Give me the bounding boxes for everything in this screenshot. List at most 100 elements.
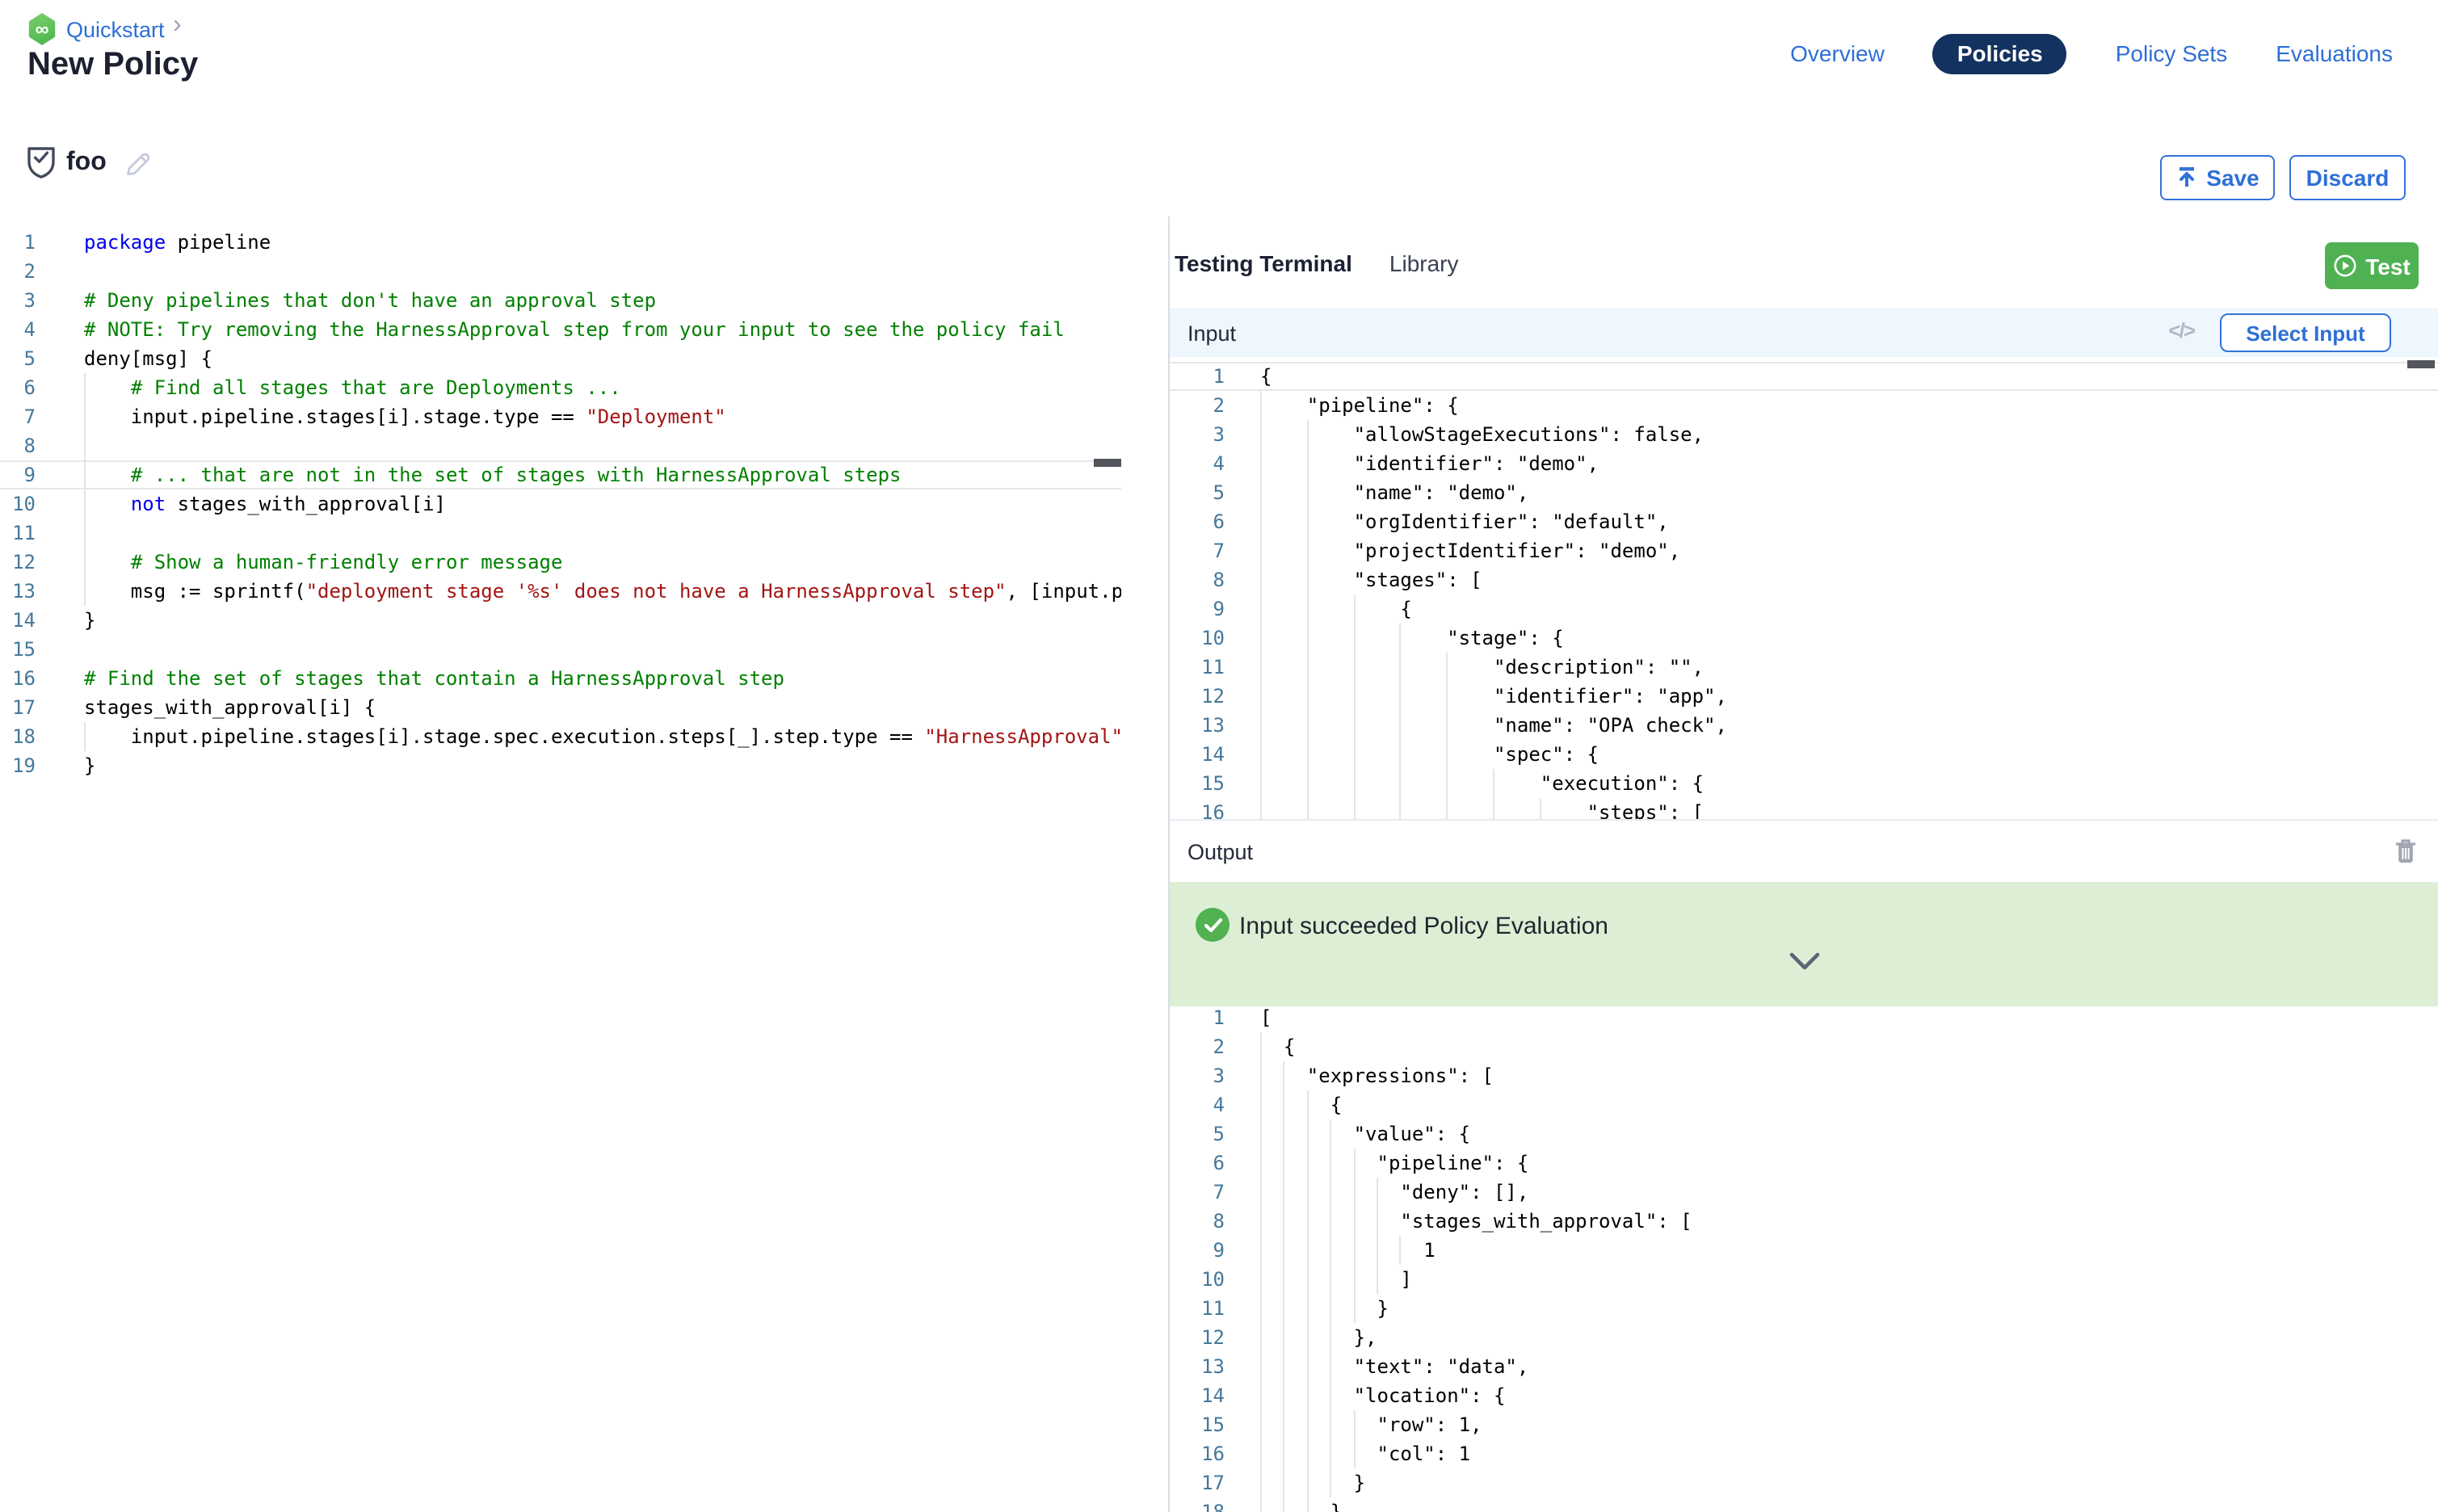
code-line[interactable]: 13 "name": "OPA check", — [1170, 711, 2438, 740]
line-number: 11 — [1170, 653, 1231, 682]
code-line[interactable]: 3 "expressions": [ — [1170, 1061, 2438, 1090]
code-line[interactable]: 9 1 — [1170, 1236, 2438, 1265]
code-line[interactable]: 9 { — [1170, 594, 2438, 624]
breadcrumb-project-link[interactable]: Quickstart — [66, 18, 165, 42]
code-line-text: } — [1260, 1497, 1342, 1512]
code-line-text: }, — [1260, 1323, 1377, 1352]
code-line[interactable]: 1package pipeline — [0, 228, 1121, 257]
code-line-text: ] — [1260, 1265, 1412, 1294]
clear-output-trash-icon[interactable] — [2394, 838, 2417, 864]
code-line[interactable]: 18 } — [1170, 1497, 2438, 1512]
code-line[interactable]: 16 "steps": [ — [1170, 798, 2438, 819]
code-line[interactable]: 10 "stage": { — [1170, 624, 2438, 653]
line-number: 2 — [0, 257, 42, 286]
code-line[interactable]: 13 msg := sprintf("deployment stage '%s'… — [0, 577, 1121, 606]
code-line-text: # Find all stages that are Deployments .… — [84, 373, 621, 402]
policy-name: foo — [66, 149, 107, 178]
code-line-text: package pipeline — [84, 228, 271, 257]
select-input-label: Select Input — [2246, 321, 2364, 345]
code-line-text: "pipeline": { — [1260, 391, 1459, 420]
code-line[interactable]: 8 — [0, 431, 1121, 460]
code-line-text: } — [84, 751, 95, 780]
code-line[interactable]: 15 — [0, 635, 1121, 664]
code-line-text: "stage": { — [1260, 624, 1564, 653]
code-line[interactable]: 16 "col": 1 — [1170, 1439, 2438, 1468]
save-button[interactable]: Save — [2160, 155, 2275, 200]
terminal-tab-testing-terminal[interactable]: Testing Terminal — [1175, 250, 1352, 275]
code-line[interactable]: 7 "deny": [], — [1170, 1178, 2438, 1207]
chevron-down-icon[interactable] — [1788, 951, 1820, 971]
nav-tab-policies[interactable]: Policies — [1933, 33, 2067, 74]
code-line[interactable]: 8 "stages": [ — [1170, 565, 2438, 594]
code-line[interactable]: 19} — [0, 751, 1121, 780]
code-line[interactable]: 7 input.pipeline.stages[i].stage.type ==… — [0, 402, 1121, 431]
code-line[interactable]: 11 "description": "", — [1170, 653, 2438, 682]
line-number: 16 — [1170, 798, 1231, 819]
code-line[interactable]: 6 "orgIdentifier": "default", — [1170, 507, 2438, 536]
line-number: 3 — [1170, 1061, 1231, 1090]
code-line[interactable]: 4 "identifier": "demo", — [1170, 449, 2438, 478]
terminal-tab-library[interactable]: Library — [1389, 250, 1459, 275]
terminal-tabs: Testing Terminal Library — [1170, 216, 2438, 309]
input-section-header: Input </> Select Input — [1170, 309, 2438, 357]
code-line[interactable]: 2 — [0, 257, 1121, 286]
code-line[interactable]: 11 — [0, 519, 1121, 548]
line-number: 9 — [0, 460, 42, 489]
code-line[interactable]: 9 # ... that are not in the set of stage… — [0, 460, 1121, 489]
code-line[interactable]: 4# NOTE: Try removing the HarnessApprova… — [0, 315, 1121, 344]
code-line[interactable]: 3 "allowStageExecutions": false, — [1170, 420, 2438, 449]
code-line-text: # Show a human-friendly error message — [84, 548, 562, 577]
code-line[interactable]: 18 input.pipeline.stages[i].stage.spec.e… — [0, 722, 1121, 751]
code-line-text: "pipeline": { — [1260, 1149, 1528, 1178]
code-line[interactable]: 6 "pipeline": { — [1170, 1149, 2438, 1178]
code-line[interactable]: 1[ — [1170, 1006, 2438, 1032]
line-number: 6 — [0, 373, 42, 402]
nav-tab-evaluations[interactable]: Evaluations — [2276, 40, 2393, 66]
code-line[interactable]: 2 { — [1170, 1032, 2438, 1061]
code-line-text: "stages": [ — [1260, 565, 1482, 594]
code-line[interactable]: 6 # Find all stages that are Deployments… — [0, 373, 1121, 402]
code-line-text: "name": "demo", — [1260, 478, 1528, 507]
code-line[interactable]: 12 }, — [1170, 1323, 2438, 1352]
discard-button[interactable]: Discard — [2289, 155, 2406, 200]
line-number: 11 — [0, 519, 42, 548]
code-line[interactable]: 14 "location": { — [1170, 1381, 2438, 1410]
code-line[interactable]: 13 "text": "data", — [1170, 1352, 2438, 1381]
code-line[interactable]: 12 # Show a human-friendly error message — [0, 548, 1121, 577]
nav-tab-overview[interactable]: Overview — [1790, 40, 1885, 66]
code-line[interactable]: 3# Deny pipelines that don't have an app… — [0, 286, 1121, 315]
code-line[interactable]: 2 "pipeline": { — [1170, 391, 2438, 420]
code-line[interactable]: 11 } — [1170, 1294, 2438, 1323]
test-button[interactable]: Test — [2325, 242, 2419, 289]
code-line-text: [ — [1260, 1006, 1272, 1032]
input-json-editor[interactable]: 1{2 "pipeline": {3 "allowStageExecutions… — [1170, 357, 2438, 819]
select-input-button[interactable]: Select Input — [2220, 313, 2391, 352]
code-line[interactable]: 14} — [0, 606, 1121, 635]
edit-name-icon[interactable] — [124, 150, 152, 178]
code-line[interactable]: 17stages_with_approval[i] { — [0, 693, 1121, 722]
code-line[interactable]: 5deny[msg] { — [0, 344, 1121, 373]
code-line[interactable]: 5 "name": "demo", — [1170, 478, 2438, 507]
code-line[interactable]: 16# Find the set of stages that contain … — [0, 664, 1121, 693]
code-line[interactable]: 4 { — [1170, 1090, 2438, 1119]
code-line[interactable]: 10 ] — [1170, 1265, 2438, 1294]
code-line[interactable]: 15 "execution": { — [1170, 769, 2438, 798]
nav-tab-policy-sets[interactable]: Policy Sets — [2116, 40, 2228, 66]
code-line-text: "projectIdentifier": "demo", — [1260, 536, 1680, 565]
code-line[interactable]: 12 "identifier": "app", — [1170, 682, 2438, 711]
policy-code-editor[interactable]: 1package pipeline23# Deny pipelines that… — [0, 216, 1121, 1512]
code-line[interactable]: 14 "spec": { — [1170, 740, 2438, 769]
code-line[interactable]: 8 "stages_with_approval": [ — [1170, 1207, 2438, 1236]
code-line-text: "orgIdentifier": "default", — [1260, 507, 1669, 536]
code-view-icon[interactable]: </> — [2168, 318, 2194, 342]
line-number: 4 — [1170, 449, 1231, 478]
code-line[interactable]: 15 "row": 1, — [1170, 1410, 2438, 1439]
code-line[interactable]: 10 not stages_with_approval[i] — [0, 489, 1121, 519]
code-line[interactable]: 7 "projectIdentifier": "demo", — [1170, 536, 2438, 565]
line-number: 5 — [0, 344, 42, 373]
line-number: 17 — [1170, 1468, 1231, 1497]
code-line[interactable]: 5 "value": { — [1170, 1119, 2438, 1149]
code-line[interactable]: 1{ — [1170, 362, 2438, 391]
evaluation-status-text: Input succeeded Policy Evaluation — [1239, 913, 1608, 940]
code-line[interactable]: 17 } — [1170, 1468, 2438, 1497]
